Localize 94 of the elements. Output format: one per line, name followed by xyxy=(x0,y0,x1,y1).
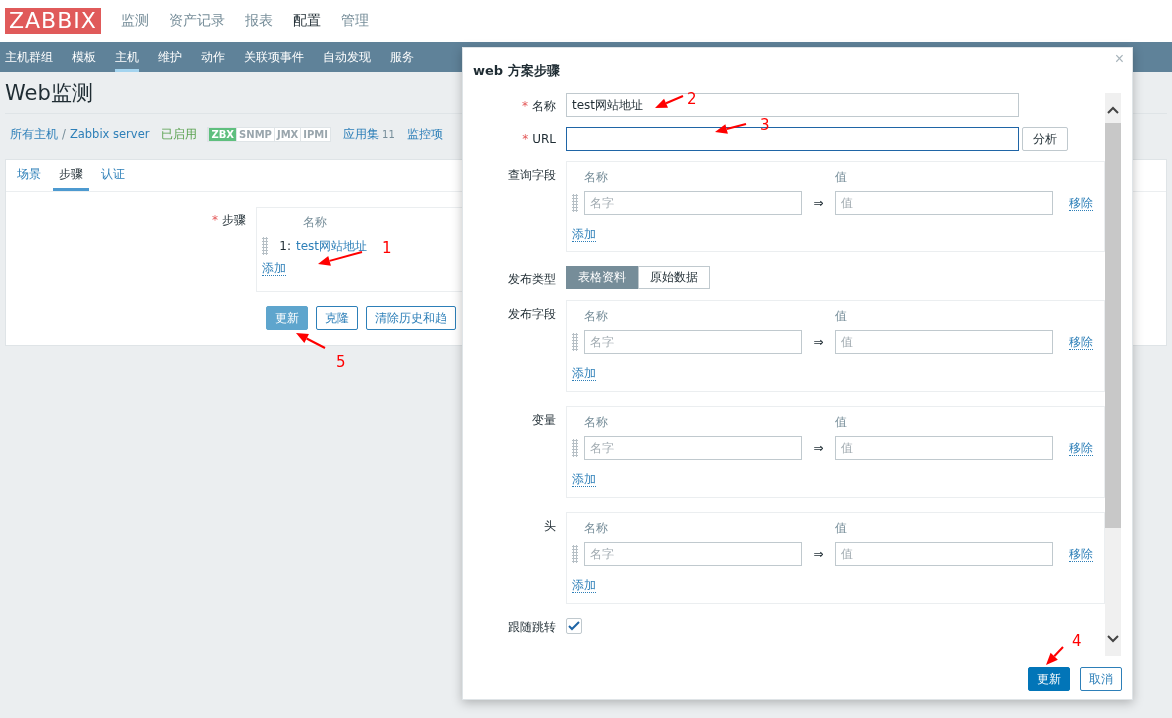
remove-link[interactable]: 移除 xyxy=(1069,195,1093,211)
column-header: 名称 xyxy=(584,169,609,186)
action-button[interactable]: 克隆 xyxy=(316,306,358,330)
add-link[interactable]: 添加 xyxy=(572,227,596,242)
arrow-text: ⇒ xyxy=(812,441,825,455)
name-input[interactable]: 名字 xyxy=(584,436,802,460)
column-header: 名称 xyxy=(584,308,609,325)
tab[interactable]: 认证 xyxy=(95,160,131,191)
value-input[interactable]: 值 xyxy=(835,436,1053,460)
drag-handle-icon[interactable] xyxy=(572,439,578,457)
segment-button[interactable]: 表格资料 xyxy=(566,266,638,289)
field-label: 发布类型 xyxy=(507,271,557,288)
status-text: 已启用 xyxy=(161,126,198,142)
dialog-button[interactable]: 取消 xyxy=(1080,667,1122,691)
submenu-item[interactable]: 关联项事件 xyxy=(244,42,304,72)
action-button[interactable]: 清除历史和趋 xyxy=(366,306,456,330)
arrow-text: ⇒ xyxy=(812,335,825,349)
field-label: * 名称 xyxy=(521,98,557,115)
scrollbar[interactable] xyxy=(1105,93,1121,656)
column-header: 值 xyxy=(835,169,848,186)
field-label: 查询字段 xyxy=(507,167,557,184)
menu-item[interactable]: 配置 xyxy=(292,12,321,30)
field-label: 发布字段 xyxy=(507,306,557,323)
add-link[interactable]: 添加 xyxy=(572,578,596,593)
field-label: 头 xyxy=(543,518,557,535)
arrow-text: ⇒ xyxy=(812,547,825,561)
submenu-item[interactable]: 主机群组 xyxy=(5,42,53,72)
value-input[interactable]: 值 xyxy=(835,542,1053,566)
value-input[interactable]: 值 xyxy=(835,191,1053,215)
value-input[interactable]: 值 xyxy=(835,330,1053,354)
submenu-item[interactable]: 模板 xyxy=(72,42,96,72)
submenu-item[interactable]: 维护 xyxy=(158,42,182,72)
field-label: * URL xyxy=(521,131,557,148)
drag-handle-icon[interactable] xyxy=(262,237,268,255)
availability-badge: IPMI xyxy=(300,127,331,141)
nav-link[interactable]: 监控项 xyxy=(406,126,443,142)
menu-item[interactable]: 资产记录 xyxy=(168,12,225,30)
menu-item[interactable]: 报表 xyxy=(244,12,273,30)
annotation-arrow xyxy=(1046,646,1064,665)
availability-badge: ZBX xyxy=(208,127,237,141)
arrow-text: ⇒ xyxy=(812,196,825,210)
annotation-arrow xyxy=(655,95,684,108)
drag-handle-icon[interactable] xyxy=(572,333,578,351)
name-input[interactable]: 名字 xyxy=(584,542,802,566)
column-header: 值 xyxy=(835,414,848,431)
column-header: 名称 xyxy=(584,414,609,431)
column-header: 名称 xyxy=(302,214,328,231)
remove-link[interactable]: 移除 xyxy=(1069,334,1093,350)
annotation-arrow xyxy=(715,123,747,134)
checkbox[interactable] xyxy=(566,618,582,634)
breadcrumb-link[interactable]: 所有主机 xyxy=(10,126,58,142)
segment-button[interactable]: 原始数据 xyxy=(638,266,710,289)
field-label: 跟随跳转 xyxy=(507,619,557,636)
availability-badge: SNMP xyxy=(236,127,274,141)
column-header: 名称 xyxy=(584,520,609,537)
column-header: 值 xyxy=(835,520,848,537)
dialog-title: web 方案步骤 xyxy=(473,61,560,80)
drag-handle-icon[interactable] xyxy=(572,545,578,563)
drag-handle-icon[interactable] xyxy=(572,194,578,212)
parse-button[interactable]: 分析 xyxy=(1022,127,1068,151)
tab[interactable]: 场景 xyxy=(11,160,47,191)
count-text: 11 xyxy=(382,128,395,140)
action-button[interactable]: 更新 xyxy=(266,306,308,330)
add-link[interactable]: 添加 xyxy=(572,366,596,381)
step-link[interactable]: test网站地址 xyxy=(296,237,368,255)
annotation-arrow xyxy=(296,333,326,349)
annotation-number: 5 xyxy=(336,354,346,370)
menu-item[interactable]: 管理 xyxy=(340,12,369,30)
name-input[interactable]: 名字 xyxy=(584,330,802,354)
tab[interactable]: 步骤 xyxy=(53,160,89,191)
field-label: * 步骤 xyxy=(211,212,247,229)
dialog-button[interactable]: 更新 xyxy=(1028,667,1070,691)
submenu-item[interactable]: 自动发现 xyxy=(323,42,371,72)
menu-item[interactable]: 监测 xyxy=(120,12,149,30)
field-label: 变量 xyxy=(531,412,557,429)
annotation-arrow xyxy=(318,251,363,266)
breadcrumb-separator: / xyxy=(62,127,66,141)
breadcrumb-link[interactable]: Zabbix server xyxy=(69,127,150,141)
remove-link[interactable]: 移除 xyxy=(1069,440,1093,456)
submenu-item[interactable]: 动作 xyxy=(201,42,225,72)
submenu-item[interactable]: 主机 xyxy=(115,42,139,72)
row-number: 1: xyxy=(278,239,291,253)
add-link[interactable]: 添加 xyxy=(262,261,286,276)
logo[interactable]: ZABBIX xyxy=(5,8,101,34)
annotation-number: 1 xyxy=(382,240,392,256)
column-header: 值 xyxy=(835,308,848,325)
annotation-number: 4 xyxy=(1072,633,1082,649)
availability-badge: JMX xyxy=(273,127,301,141)
add-link[interactable]: 添加 xyxy=(572,472,596,487)
remove-link[interactable]: 移除 xyxy=(1069,546,1093,562)
nav-link[interactable]: 应用集 xyxy=(343,126,380,142)
annotation-number: 2 xyxy=(687,91,697,107)
name-input[interactable]: 名字 xyxy=(584,191,802,215)
submenu-item[interactable]: 服务 xyxy=(390,42,414,72)
